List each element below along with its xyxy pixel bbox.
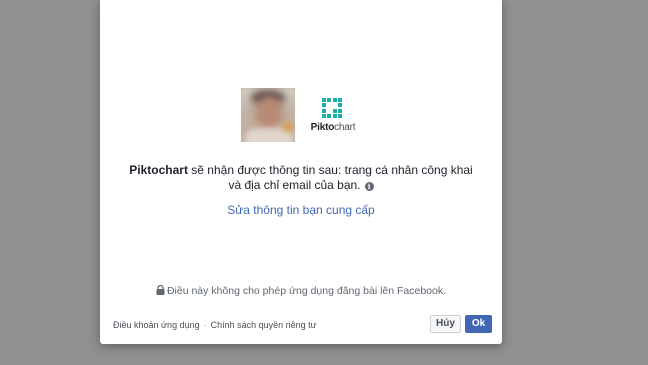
avatars-row: Piktochart <box>241 88 361 142</box>
cancel-button[interactable]: Hủy <box>430 315 461 333</box>
app-terms-link[interactable]: Điều khoản ứng dụng <box>113 320 200 330</box>
permission-line2: và địa chỉ email của bạn. <box>228 178 361 192</box>
posting-notice-text: Điều này không cho phép ứng dụng đăng bà… <box>166 285 447 297</box>
app-name: Piktochart <box>129 163 188 177</box>
posting-notice: Điều này không cho phép ứng dụng đăng bà… <box>100 285 502 297</box>
footer-separator: · <box>203 320 207 330</box>
piktochart-logo-icon <box>322 98 342 118</box>
login-permission-dialog: Piktochart Piktochart sẽ nhận được thông… <box>100 0 502 344</box>
app-logo-wordmark: Piktochart <box>309 122 357 133</box>
lock-icon <box>156 285 165 295</box>
app-logo: Piktochart <box>309 96 357 136</box>
permission-line1: sẽ nhận được thông tin sau: trang cá nhâ… <box>187 163 473 177</box>
privacy-policy-link[interactable]: Chính sách quyền riêng tư <box>211 320 317 330</box>
ok-button[interactable]: Ok <box>465 315 492 333</box>
permission-description: Piktochart sẽ nhận được thông tin sau: t… <box>120 163 482 193</box>
logo-text-rest: chart <box>334 122 356 133</box>
logo-text-bold: Pikto <box>310 122 335 133</box>
user-profile-photo <box>241 88 295 142</box>
footer-links: Điều khoản ứng dụng · Chính sách quyền riê… <box>113 320 317 330</box>
info-icon[interactable]: i <box>364 182 374 191</box>
edit-info-link[interactable]: Sửa thông tin bạn cung cấp <box>100 203 502 217</box>
